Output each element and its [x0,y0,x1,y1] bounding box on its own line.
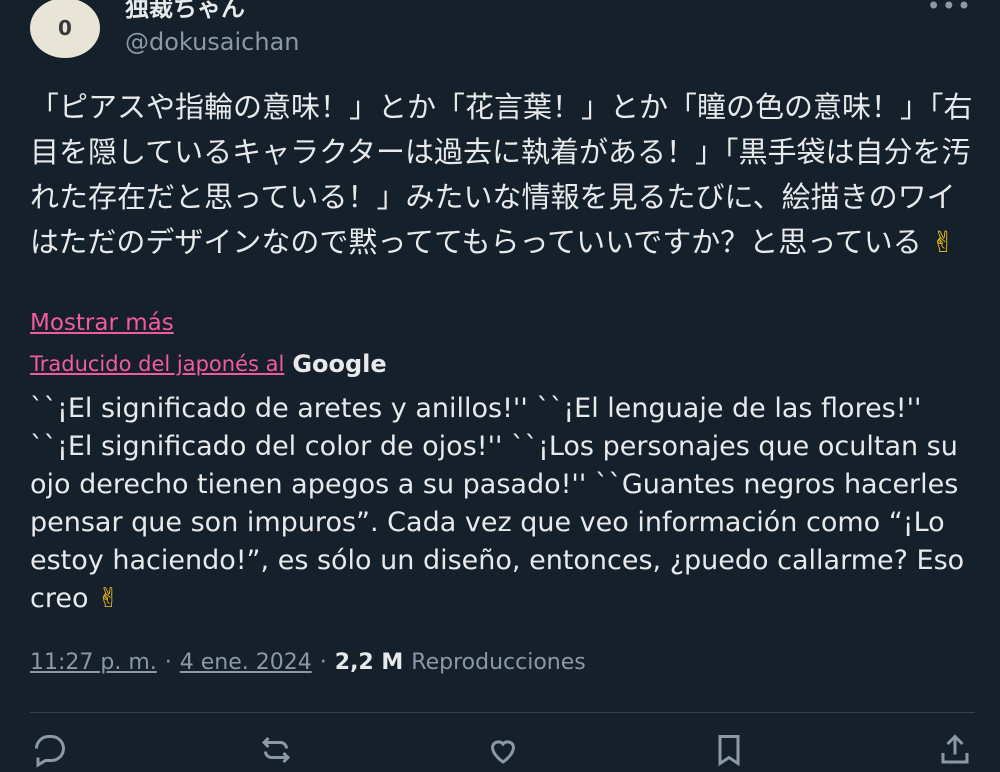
translation-text: ``¡El significado de aretes y anillos!''… [30,393,965,614]
display-name[interactable]: 独裁ちゃん [125,0,245,23]
google-logo: Google [292,350,387,378]
separator: · [319,650,327,675]
share-icon[interactable] [935,732,975,772]
views-label: Reproducciones [411,650,586,675]
original-text: 「ピアスや指輪の意味！」とか「花言葉！」とか「瞳の色の意味！」「右目を隠している… [30,90,973,259]
tweet-metadata: 11:27 p. m. · 4 ene. 2024 · 2,2 M Reprod… [30,650,586,675]
victory-hand-emoji: ✌ [930,225,956,259]
bookmark-icon[interactable] [709,732,749,772]
avatar-text: 0 [58,16,72,40]
avatar[interactable]: 0 [30,0,100,58]
views-count: 2,2 M [334,650,404,675]
separator: · [164,650,172,675]
victory-hand-emoji: ✌ [97,583,120,614]
tweet-original-text: 「ピアスや指輪の意味！」とか「花言葉！」とか「瞳の色の意味！」「右目を隠している… [30,85,975,265]
tweet-translation-text: ``¡El significado de aretes y anillos!''… [30,390,975,618]
action-bar [30,732,975,772]
tweet-date[interactable]: 4 ene. 2024 [180,650,312,675]
divider [30,712,975,713]
tweet-time[interactable]: 11:27 p. m. [30,650,157,675]
translation-attribution: Traducido del japonés al Google [30,350,387,378]
translated-from-link[interactable]: Traducido del japonés al [30,352,284,376]
like-icon[interactable] [483,732,523,772]
user-handle[interactable]: @dokusaichan [125,28,300,56]
retweet-icon[interactable] [256,732,296,772]
more-horizontal-icon[interactable]: ••• [927,0,972,20]
show-more-link[interactable]: Mostrar más [30,310,174,336]
reply-icon[interactable] [30,732,70,772]
